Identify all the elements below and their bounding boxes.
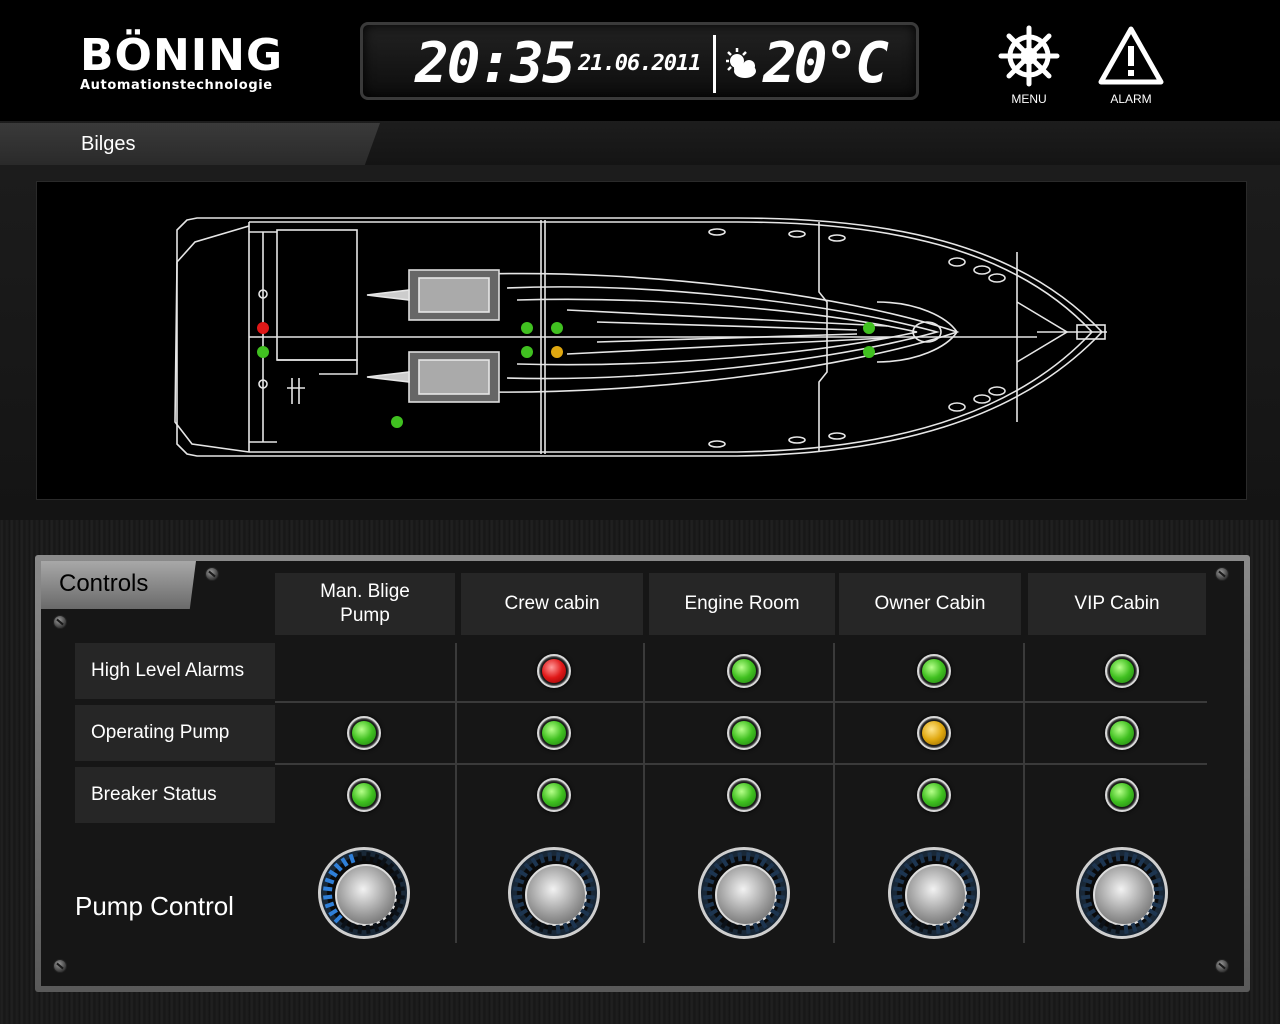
pump-level-arc [1081,852,1163,934]
menu-button[interactable]: MENU [989,24,1069,106]
bilge-status-dot-fwd-2 [863,346,875,358]
bilge-status-dot-engine-room-lower [391,416,403,428]
bilge-status-dot-mid-4 [551,346,563,358]
status-led-breaker-status-vip-cabin [1105,778,1139,812]
sun-cloud-icon [726,48,756,78]
grid-divider [275,701,1207,703]
alarm-label: ALARM [1110,92,1152,106]
column-header-vip-cabin: VIP Cabin [1028,573,1206,635]
pump-control-knob-crew-cabin[interactable] [508,847,600,939]
header-bar: BÖNING Automationstechnologie 20:35 21.0… [0,0,1280,121]
display-divider [713,35,716,93]
row-label-pump-control: Pump Control [75,891,234,921]
status-led-operating-pump-crew-cabin [537,716,571,750]
clock-display: 20:35 21.06.2011 20°C [360,22,919,100]
bilge-status-dot-aft-2 [257,346,269,358]
bilge-status-dot-aft-1 [257,322,269,334]
controls-section: Controls High Level Alarms Operating Pum… [0,520,1280,1024]
bilge-status-dot-mid-1 [521,322,533,334]
warning-triangle-icon [1098,26,1164,85]
pump-level-arc [513,852,595,934]
pump-control-knob-vip-cabin[interactable] [1076,847,1168,939]
pump-level-arc [703,852,785,934]
screw-icon [53,615,67,629]
column-header-engine-room: Engine Room [649,573,835,635]
bilge-status-dot-mid-3 [521,346,533,358]
brand-name: BÖNING [80,30,284,81]
column-header-man-blige-pump: Man. Blige Pump [275,573,455,635]
pump-level-arc [893,852,975,934]
status-led-operating-pump-vip-cabin [1105,716,1139,750]
alarm-button[interactable]: ALARM [1091,24,1171,106]
clock-date: 21.06.2011 [578,51,701,76]
row-label-breaker-status: Breaker Status [75,767,275,823]
status-led-operating-pump-man-blige-pump [347,716,381,750]
pump-control-knob-engine-room[interactable] [698,847,790,939]
status-led-breaker-status-man-blige-pump [347,778,381,812]
controls-panel: Controls High Level Alarms Operating Pum… [41,561,1244,986]
status-led-breaker-status-engine-room [727,778,761,812]
status-led-operating-pump-owner-cabin [917,716,951,750]
status-led-breaker-status-crew-cabin [537,778,571,812]
section-tab: Bilges [0,123,380,165]
brand-logo: BÖNING Automationstechnologie [80,30,284,94]
grid-divider [455,643,457,943]
pump-control-knob-owner-cabin[interactable] [888,847,980,939]
menu-label: MENU [1011,92,1047,106]
bilge-status-dot-fwd-1 [863,322,875,334]
pump-control-knob-man-blige-pump[interactable] [318,847,410,939]
status-led-breaker-status-owner-cabin [917,778,951,812]
grid-divider [643,643,645,943]
status-led-high-level-alarms-owner-cabin [917,654,951,688]
pump-level-arc [323,852,405,934]
section-title: Bilges [81,133,136,155]
outside-temperature: 20°C [763,31,889,96]
bilge-status-dot-mid-2 [551,322,563,334]
status-led-high-level-alarms-vip-cabin [1105,654,1139,688]
grid-divider [1023,643,1025,943]
controls-tab: Controls [41,561,196,609]
status-led-operating-pump-engine-room [727,716,761,750]
column-header-crew-cabin: Crew cabin [461,573,643,635]
clock-time: 20:35 [415,31,576,96]
screw-icon [1215,959,1229,973]
controls-title: Controls [59,570,149,597]
ship-wheel-icon [998,25,1060,87]
screw-icon [1215,567,1229,581]
grid-divider [833,643,835,943]
brand-subtitle: Automationstechnologie [80,78,273,93]
status-led-high-level-alarms-crew-cabin [537,654,571,688]
grid-divider [275,763,1207,765]
row-label-high-level-alarms: High Level Alarms [75,643,275,699]
hull-outline [174,217,1107,457]
section-bar: Bilges [0,121,1280,165]
screw-icon [205,567,219,581]
status-led-high-level-alarms-engine-room [727,654,761,688]
row-label-operating-pump: Operating Pump [75,705,275,761]
diagram-area [0,165,1280,520]
column-header-owner-cabin: Owner Cabin [839,573,1021,635]
screw-icon [53,959,67,973]
boat-diagram [36,181,1247,500]
controls-panel-frame: Controls High Level Alarms Operating Pum… [35,555,1250,992]
